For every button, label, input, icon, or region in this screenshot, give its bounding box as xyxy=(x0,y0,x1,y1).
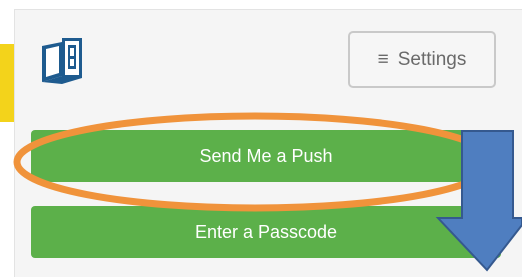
send-push-button[interactable]: Send Me a Push xyxy=(31,130,501,182)
settings-label: Settings xyxy=(397,48,467,70)
settings-button[interactable]: ≡ Settings xyxy=(348,31,496,88)
enter-passcode-button[interactable]: Enter a Passcode xyxy=(31,206,501,258)
send-push-label: Send Me a Push xyxy=(199,145,333,166)
hamburger-menu-icon: ≡ xyxy=(377,49,389,70)
book-app-logo-icon xyxy=(42,38,82,84)
enter-passcode-label: Enter a Passcode xyxy=(194,221,338,242)
